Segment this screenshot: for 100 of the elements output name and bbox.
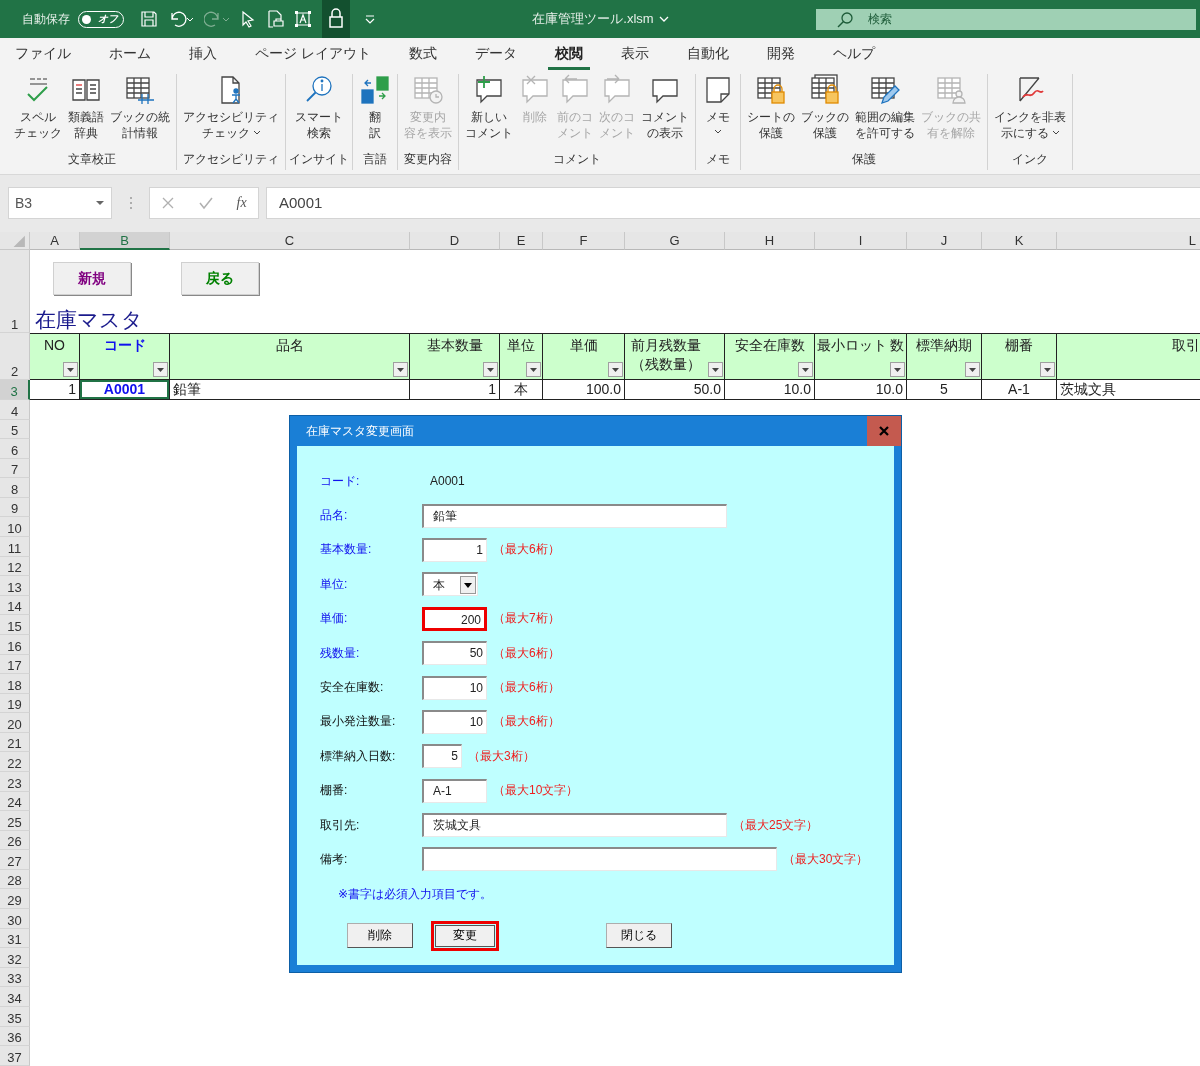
save-icon[interactable] <box>140 10 158 28</box>
row-header[interactable]: 5 <box>0 419 30 440</box>
menu-tab[interactable]: ページ レイアウト <box>248 38 378 70</box>
filter-button[interactable] <box>608 362 623 377</box>
row-header[interactable]: 21 <box>0 732 30 753</box>
row-header[interactable]: 28 <box>0 869 30 890</box>
row-header[interactable]: 9 <box>0 497 30 518</box>
row-header[interactable]: 10 <box>0 517 30 538</box>
filter-button[interactable] <box>798 362 813 377</box>
column-header[interactable]: E <box>500 232 543 250</box>
row-header[interactable]: 22 <box>0 752 30 772</box>
row-header[interactable]: 35 <box>0 1006 30 1027</box>
row-header[interactable]: 26 <box>0 830 30 851</box>
filter-button[interactable] <box>393 362 408 377</box>
ribbon-button[interactable]: 新しい コメント <box>462 74 516 151</box>
menu-tab[interactable]: データ <box>467 38 524 70</box>
row-header[interactable]: 2 <box>0 333 30 380</box>
row-header[interactable]: 20 <box>0 713 30 733</box>
ribbon-button[interactable]: 翻 訳 <box>356 74 394 151</box>
row-header[interactable]: 15 <box>0 615 30 635</box>
menu-tab[interactable]: ファイル <box>8 38 78 70</box>
file-name-dropdown[interactable]: 在庫管理ツール.xlsm <box>532 10 670 28</box>
row-header[interactable]: 19 <box>0 693 30 714</box>
dialog-button[interactable]: 削除 <box>347 923 413 949</box>
text-field[interactable]: 5 <box>422 744 462 769</box>
pointer-icon[interactable] <box>240 10 256 28</box>
row-header[interactable]: 36 <box>0 1026 30 1047</box>
row-header[interactable]: 6 <box>0 439 30 459</box>
column-header[interactable]: B <box>80 232 170 250</box>
dialog-button[interactable]: 閉じる <box>606 923 672 949</box>
row-header[interactable]: 18 <box>0 674 30 694</box>
ribbon-button[interactable]: メモ <box>699 74 737 151</box>
menu-tab[interactable]: ヘルプ <box>825 38 882 70</box>
column-header[interactable]: G <box>625 232 725 250</box>
row-header[interactable]: 8 <box>0 478 30 498</box>
row-header[interactable]: 29 <box>0 889 30 910</box>
filter-button[interactable] <box>965 362 980 377</box>
ribbon-button[interactable]: アクセシビリティ チェック <box>180 74 282 151</box>
row-header[interactable]: 1 <box>0 250 30 333</box>
row-header[interactable]: 23 <box>0 772 30 792</box>
row-header[interactable]: 7 <box>0 458 30 479</box>
formula-field[interactable]: A0001 <box>266 186 1200 219</box>
text-field[interactable] <box>422 847 777 872</box>
row-header[interactable]: 11 <box>0 537 30 557</box>
row-header[interactable]: 17 <box>0 654 30 675</box>
row-header[interactable]: 3 <box>0 380 30 400</box>
row-header[interactable]: 31 <box>0 928 30 949</box>
row-header[interactable]: 24 <box>0 791 30 812</box>
column-header[interactable]: J <box>907 232 982 250</box>
row-header[interactable]: 4 <box>0 400 30 420</box>
column-header[interactable]: A <box>30 232 80 250</box>
row-header[interactable]: 34 <box>0 987 30 1007</box>
column-header[interactable]: D <box>410 232 500 250</box>
row-header[interactable]: 12 <box>0 556 30 577</box>
column-header[interactable]: K <box>982 232 1057 250</box>
filter-button[interactable] <box>153 362 168 377</box>
filter-button[interactable] <box>890 362 905 377</box>
filter-button[interactable] <box>708 362 723 377</box>
ribbon-button[interactable]: シートの 保護 <box>744 74 798 151</box>
row-header[interactable]: 30 <box>0 909 30 929</box>
filter-button[interactable] <box>1040 362 1055 377</box>
column-header[interactable]: F <box>543 232 625 250</box>
row-header[interactable]: 33 <box>0 967 30 988</box>
row-header[interactable]: 16 <box>0 634 30 655</box>
ribbon-button[interactable]: スマート 検索 <box>292 74 346 151</box>
row-header[interactable]: 25 <box>0 811 30 831</box>
name-box[interactable]: B3 <box>8 186 112 219</box>
ribbon-button[interactable]: コメント の表示 <box>638 74 692 151</box>
menu-tab[interactable]: 自動化 <box>679 38 736 70</box>
column-header[interactable]: H <box>725 232 815 250</box>
ribbon-button[interactable]: インクを非表 示にする <box>991 74 1069 151</box>
ribbon-button[interactable]: ブックの統 計情報 <box>107 74 173 151</box>
filter-button[interactable] <box>63 362 78 377</box>
column-header[interactable]: C <box>170 232 410 250</box>
insert-function-button[interactable]: fx <box>236 194 247 211</box>
text-field[interactable]: A-1 <box>422 778 487 803</box>
row-header[interactable]: 37 <box>0 1046 30 1066</box>
customize-caret-icon[interactable] <box>364 13 376 25</box>
text-field[interactable]: 50 <box>422 641 487 666</box>
ribbon-button[interactable]: 範囲の編集 を許可する <box>852 74 918 151</box>
row-header[interactable]: 32 <box>0 948 30 968</box>
text-field[interactable]: 1 <box>422 537 487 562</box>
text-field[interactable]: 200 <box>422 606 487 631</box>
menu-tab[interactable]: ホーム <box>102 38 158 70</box>
close-button[interactable] <box>867 416 901 446</box>
menu-tab[interactable]: 表示 <box>613 38 656 70</box>
text-field[interactable]: 10 <box>422 675 487 700</box>
column-header[interactable]: I <box>815 232 907 250</box>
search-field[interactable]: 検索 <box>816 8 1196 30</box>
filter-button[interactable] <box>526 362 541 377</box>
dropdown-button[interactable] <box>460 575 476 594</box>
ribbon-button[interactable]: スペル チェック <box>11 74 65 151</box>
print-preview-icon[interactable] <box>266 10 284 28</box>
lock-icon[interactable] <box>322 0 350 38</box>
dialog-button[interactable]: 変更 <box>431 920 499 951</box>
text-box-icon[interactable] <box>294 10 312 28</box>
menu-tab[interactable]: 開発 <box>759 38 802 70</box>
menu-tab[interactable]: 挿入 <box>182 38 224 70</box>
undo-icon[interactable] <box>168 10 194 28</box>
sheet-button[interactable]: 新規 <box>53 262 131 295</box>
